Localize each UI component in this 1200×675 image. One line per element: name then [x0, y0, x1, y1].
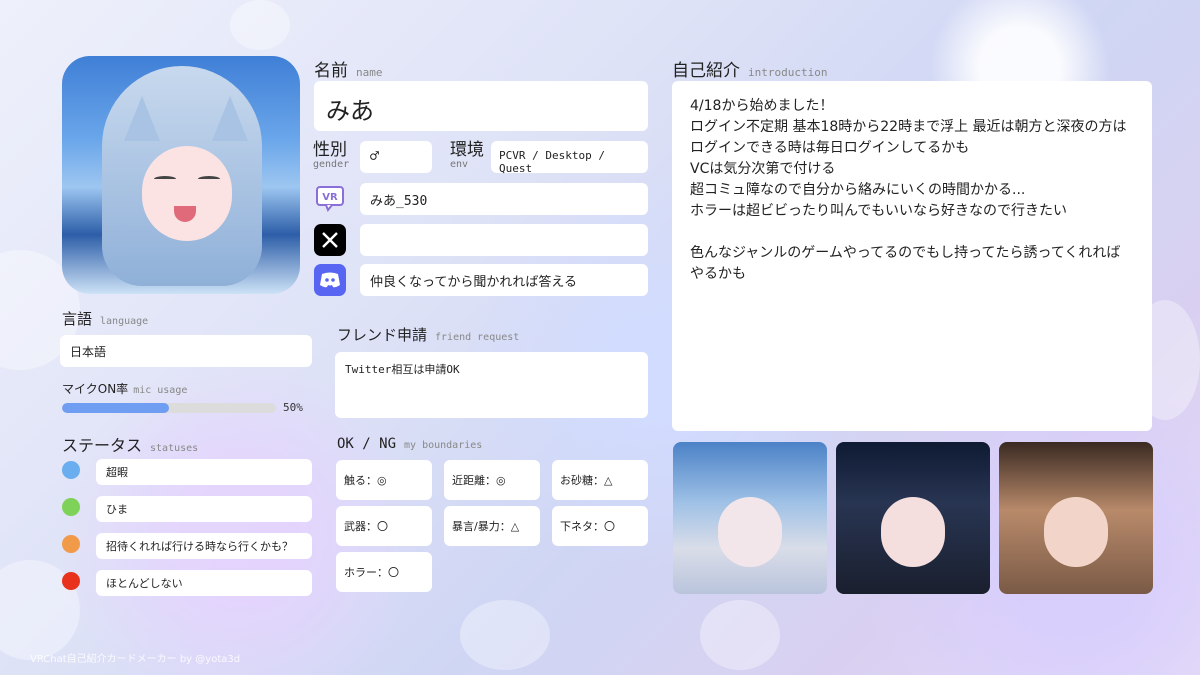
friend-request-label-en: friend request: [435, 332, 520, 343]
avatar-eye: [198, 176, 220, 182]
discord-icon: [314, 264, 346, 296]
photo-1-face: [718, 497, 782, 567]
mic-label: マイクON率: [62, 382, 129, 396]
mic-usage-fill: [62, 403, 169, 413]
name-heading: 名前 name: [314, 56, 383, 81]
avatar-ear: [124, 96, 160, 141]
status-item-text: 招待くれれば行ける時なら行くかも？: [106, 540, 293, 553]
name-label: 名前: [314, 61, 348, 81]
gender-label: 性別: [313, 140, 347, 160]
boundary-item: ホラー：〇: [336, 552, 432, 592]
status-item: ほとんどしない: [96, 570, 312, 596]
gender-field: ♂: [360, 141, 432, 173]
photo-2: [836, 442, 990, 594]
language-field: 日本語: [60, 335, 312, 367]
status-item: 超暇: [96, 459, 312, 485]
gender-label-en: gender: [313, 159, 350, 170]
name-label-en: name: [356, 66, 383, 79]
boundary-item: お砂糖：△: [552, 460, 648, 500]
statuses-heading: ステータス statuses: [62, 432, 198, 456]
friend-request-heading: フレンド申請 friend request: [337, 324, 519, 345]
statuses-label: ステータス: [62, 436, 143, 455]
boundaries-heading: OK / NG my boundaries: [337, 433, 482, 452]
intro-label: 自己紹介: [672, 61, 740, 81]
photo-1: [673, 442, 827, 594]
language-heading: 言語 language: [62, 308, 148, 329]
discord-value: 仲良くなってから聞かれれば答える: [370, 275, 577, 290]
avatar-image: [62, 56, 300, 294]
boundaries-label: OK / NG: [337, 436, 397, 452]
env-heading: 環境 env: [450, 141, 484, 170]
name-field: みあ: [314, 81, 648, 131]
env-label: 環境: [450, 140, 484, 160]
boundary-item-text: ホラー：〇: [344, 566, 399, 579]
intro-label-en: introduction: [748, 66, 828, 79]
footer-credit: VRChat自己紹介カードメーカー by @yota3d: [30, 654, 241, 665]
vrchat-id-value: みあ_530: [370, 194, 428, 209]
friend-request-label: フレンド申請: [337, 326, 428, 344]
boundary-item-text: 武器：〇: [344, 520, 388, 533]
gender-value: ♂: [370, 147, 380, 165]
status-item: ひま: [96, 496, 312, 522]
friend-request-value: Twitter相互は申請OK: [345, 363, 460, 376]
statuses-label-en: statuses: [150, 443, 199, 454]
photo-2-face: [881, 497, 945, 567]
boundary-item-text: 暴言/暴力：△: [452, 520, 520, 533]
intro-text: 4/18から始めました！ ログイン不定期 基本18時から22時まで浮上 最近は朝…: [690, 98, 1127, 282]
friend-request-field: Twitter相互は申請OK: [335, 352, 648, 418]
mic-percent: 50%: [283, 401, 303, 414]
status-item-text: 超暇: [106, 466, 128, 479]
language-label: 言語: [62, 310, 93, 328]
boundary-item: 触る：◎: [336, 460, 432, 500]
avatar-ear: [212, 96, 248, 141]
status-item-text: ひま: [106, 503, 128, 516]
gender-heading: 性別 gender: [313, 141, 349, 170]
intro-field: 4/18から始めました！ ログイン不定期 基本18時から22時まで浮上 最近は朝…: [672, 81, 1152, 431]
bokeh-decoration: [700, 600, 780, 670]
avatar-eye: [154, 176, 176, 182]
status-dot: [62, 535, 80, 553]
status-item-text: ほとんどしない: [106, 577, 183, 590]
bokeh-decoration: [460, 600, 550, 670]
language-label-en: language: [100, 316, 149, 327]
boundary-item-text: 触る：◎: [344, 474, 387, 487]
mic-label-en: mic usage: [133, 385, 188, 396]
discord-field: 仲良くなってから聞かれれば答える: [360, 264, 648, 296]
env-value: PCVR / Desktop / Quest: [499, 149, 605, 175]
boundary-item-text: 下ネタ：〇: [560, 520, 615, 533]
env-field: PCVR / Desktop / Quest: [491, 141, 648, 175]
boundaries-label-en: my boundaries: [404, 440, 483, 451]
svg-text:VR: VR: [322, 192, 338, 203]
boundary-item: 下ネタ：〇: [552, 506, 648, 546]
photo-3: [999, 442, 1153, 594]
x-logo-icon: [314, 224, 346, 256]
status-dot: [62, 572, 80, 590]
avatar-face: [142, 146, 232, 241]
boundary-item: 暴言/暴力：△: [444, 506, 540, 546]
mic-heading: マイクON率 mic usage: [62, 378, 187, 397]
status-dot: [62, 498, 80, 516]
boundary-item-text: 近距離：◎: [452, 474, 506, 487]
language-value: 日本語: [70, 345, 107, 359]
env-label-en: env: [450, 159, 469, 170]
mic-usage-bar: [62, 403, 276, 413]
intro-heading: 自己紹介 introduction: [672, 56, 827, 81]
status-dot: [62, 461, 80, 479]
vrchat-icon: VR: [314, 183, 346, 215]
x-id-field: [360, 224, 648, 256]
boundary-item-text: お砂糖：△: [560, 474, 613, 487]
bokeh-decoration: [230, 0, 290, 50]
status-item: 招待くれれば行ける時なら行くかも？: [96, 533, 312, 559]
photo-3-face: [1044, 497, 1108, 567]
boundary-item: 近距離：◎: [444, 460, 540, 500]
boundary-item: 武器：〇: [336, 506, 432, 546]
vrchat-id-field: みあ_530: [360, 183, 648, 215]
name-value: みあ: [326, 97, 374, 125]
